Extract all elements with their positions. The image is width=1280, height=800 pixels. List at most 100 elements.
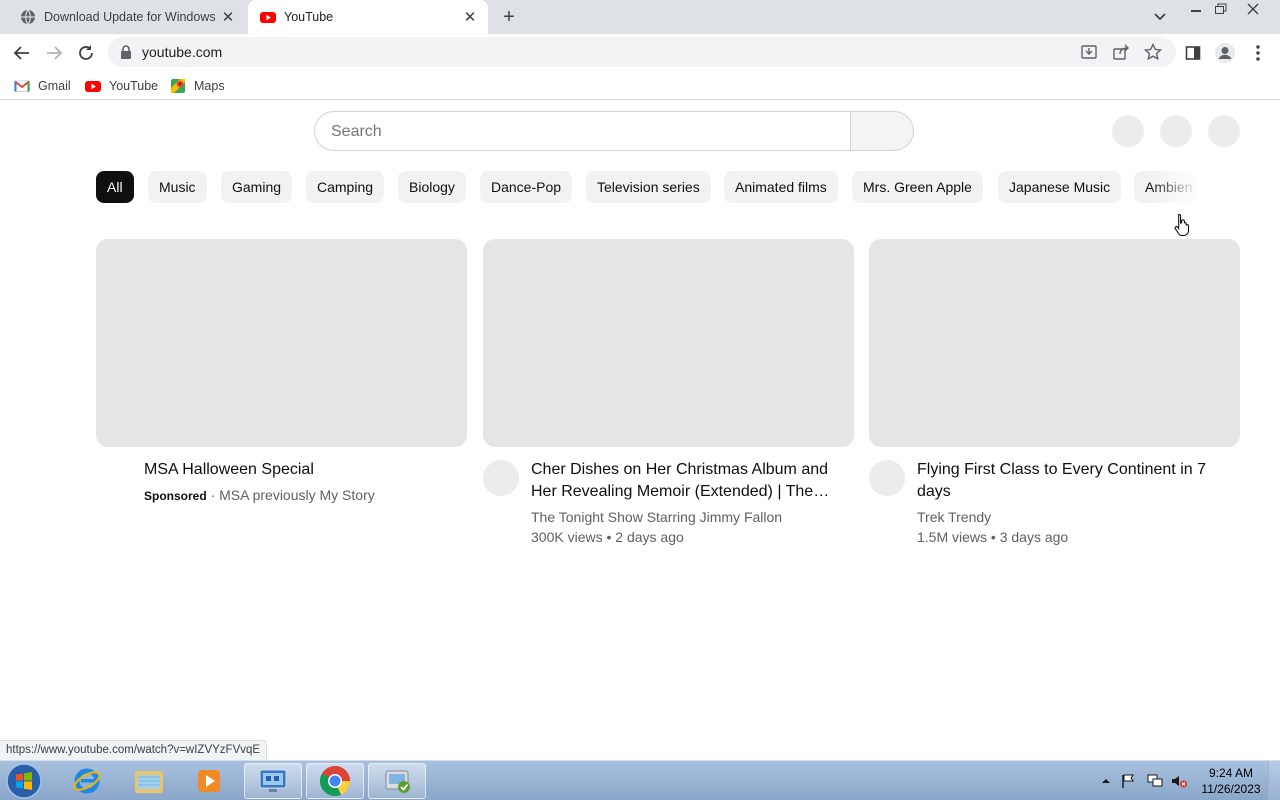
close-icon [1247, 3, 1259, 15]
tab-title: Download Update for Windows 7 [44, 10, 218, 24]
youtube-icon [260, 12, 276, 23]
close-window-button[interactable] [1238, 0, 1268, 18]
chip-dance-pop[interactable]: Dance-Pop [480, 171, 573, 203]
video-title[interactable]: Flying First Class to Every Continent in… [917, 459, 1227, 503]
chips-fade-overlay [1150, 171, 1200, 203]
chip-gaming[interactable]: Gaming [221, 171, 293, 203]
tab-youtube[interactable]: YouTube ✕ [248, 0, 488, 34]
channel-name[interactable]: The Tonight Show Starring Jimmy Fallon [531, 507, 782, 527]
close-tab-icon[interactable]: ✕ [460, 7, 480, 27]
sponsored-badge: Sponsored [144, 489, 207, 503]
volume-tray[interactable] [1170, 761, 1188, 800]
channel-avatar[interactable] [483, 460, 519, 496]
address-bar[interactable]: youtube.com [108, 37, 1176, 67]
globe-icon [21, 9, 35, 25]
profile-avatar-icon [1215, 43, 1235, 63]
arrow-right-icon [47, 46, 63, 60]
network-icon [1147, 774, 1163, 787]
taskbar-chrome[interactable] [306, 763, 364, 799]
show-hidden-icons-button[interactable] [1100, 761, 1112, 800]
video-thumbnail[interactable] [869, 239, 1240, 447]
chip-mrs-green-apple[interactable]: Mrs. Green Apple [852, 171, 983, 203]
internet-explorer-icon [73, 768, 101, 794]
reload-icon [79, 45, 93, 60]
bookmark-youtube[interactable]: YouTube [85, 76, 158, 96]
search-input[interactable]: Search [314, 111, 851, 151]
chrome-icon [320, 766, 351, 797]
profile-button[interactable] [1214, 42, 1236, 64]
show-desktop-button[interactable] [1268, 761, 1280, 800]
chip-animated-films[interactable]: Animated films [724, 171, 838, 203]
install-app-icon[interactable] [1080, 43, 1098, 61]
back-button[interactable] [10, 41, 34, 65]
chip-biology[interactable]: Biology [398, 171, 466, 203]
channel-avatar[interactable] [869, 460, 905, 496]
video-title[interactable]: Cher Dishes on Her Christmas Album and H… [531, 459, 841, 503]
chevron-up-icon [1102, 779, 1110, 783]
category-chips: All Music Gaming Camping Biology Dance-P… [96, 171, 1196, 203]
chip-japanese-music[interactable]: Japanese Music [998, 171, 1122, 203]
new-tab-button[interactable]: + [498, 6, 520, 28]
account-avatar-placeholder[interactable] [1208, 115, 1240, 147]
taskbar-file-explorer[interactable] [120, 763, 178, 799]
bookmark-label: Maps [194, 79, 225, 93]
arrow-left-icon [13, 46, 29, 60]
bookmark-star-icon[interactable] [1144, 43, 1162, 61]
video-card[interactable]: Cher Dishes on Her Christmas Album and H… [483, 239, 854, 545]
video-stats: 300K views • 2 days ago [531, 529, 684, 545]
reload-button[interactable] [74, 41, 98, 65]
meta-separator: · [206, 487, 220, 503]
volume-muted-icon [1172, 776, 1187, 788]
network-tray[interactable] [1146, 761, 1164, 800]
taskbar-media-player[interactable] [180, 763, 238, 799]
side-panel-button[interactable] [1182, 42, 1204, 64]
chip-camping[interactable]: Camping [306, 171, 385, 203]
bookmark-gmail[interactable]: Gmail [14, 76, 71, 96]
forward-button[interactable] [42, 41, 66, 65]
tab-strip: Download Update for Windows 7 ✕ YouTube … [0, 0, 1280, 34]
taskbar-setup-program[interactable] [368, 763, 426, 799]
taskbar-control-panel[interactable] [244, 763, 302, 799]
channel-name[interactable]: Trek Trendy [917, 507, 991, 527]
minimize-icon [1191, 10, 1201, 12]
chevron-down-icon[interactable] [1150, 8, 1170, 26]
channel-name[interactable]: MSA previously My Story [219, 487, 375, 503]
video-card[interactable]: Flying First Class to Every Continent in… [869, 239, 1240, 545]
video-title[interactable]: MSA Halloween Special [144, 459, 454, 481]
more-vertical-icon [1256, 45, 1260, 61]
url-text[interactable]: youtube.com [142, 44, 222, 60]
notifications-button-placeholder[interactable] [1160, 115, 1192, 147]
tab-download-update[interactable]: Download Update for Windows 7 ✕ [8, 0, 246, 34]
bookmark-maps[interactable]: Maps [170, 76, 225, 96]
video-card[interactable]: MSA Halloween Special Sponsored · MSA pr… [96, 239, 467, 503]
search-button[interactable] [850, 111, 914, 151]
setup-program-icon [385, 770, 410, 793]
video-meta: Sponsored · MSA previously My Story [144, 485, 375, 506]
restore-window-button[interactable] [1208, 0, 1234, 18]
windows-taskbar: 9:24 AM 11/26/2023 [0, 760, 1280, 800]
maps-icon [171, 79, 185, 93]
hand-cursor-icon [1174, 213, 1189, 236]
create-button-placeholder[interactable] [1112, 115, 1144, 147]
system-clock[interactable]: 9:24 AM 11/26/2023 [1196, 765, 1266, 797]
chip-music[interactable]: Music [148, 171, 207, 203]
close-tab-icon[interactable]: ✕ [218, 7, 238, 27]
bookmark-label: Gmail [38, 79, 71, 93]
youtube-icon [85, 81, 101, 92]
chip-television-series[interactable]: Television series [586, 171, 711, 203]
lock-icon[interactable] [120, 45, 132, 59]
clock-date: 11/26/2023 [1201, 782, 1261, 796]
windows-start-icon [6, 763, 42, 799]
tab-title: YouTube [284, 10, 334, 24]
video-thumbnail[interactable] [96, 239, 467, 447]
share-icon[interactable] [1112, 43, 1130, 61]
taskbar-internet-explorer[interactable] [58, 763, 116, 799]
minimize-window-button[interactable] [1183, 0, 1209, 18]
video-thumbnail[interactable] [483, 239, 854, 447]
start-button[interactable] [4, 762, 44, 800]
search-placeholder: Search [331, 123, 382, 140]
chip-all[interactable]: All [96, 171, 134, 203]
chrome-menu-button[interactable] [1247, 42, 1269, 64]
flag-icon [1122, 774, 1134, 788]
action-center-tray[interactable] [1120, 761, 1136, 800]
